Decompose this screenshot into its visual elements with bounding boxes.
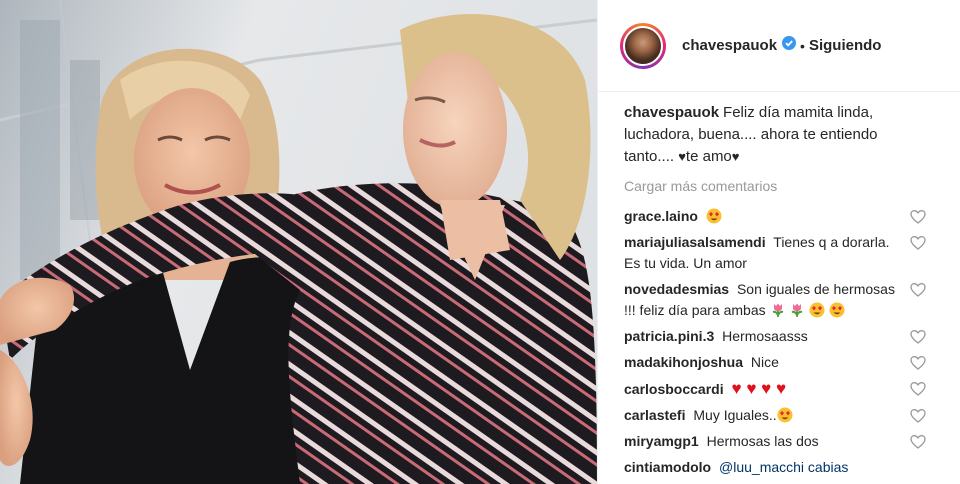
comment-username[interactable]: carlastefi (624, 407, 685, 423)
follow-status-button[interactable]: Siguiendo (809, 37, 882, 54)
post-photo[interactable] (0, 0, 597, 484)
post-header: chavespauok • Siguiendo (598, 0, 960, 92)
tulip-emoji (789, 302, 805, 318)
heart-eyes-emoji (706, 208, 722, 224)
heart-eyes-emoji (809, 302, 825, 318)
like-comment-heart-icon[interactable] (910, 282, 926, 298)
red-heart-emojis: ♥ ♥ ♥ ♥ (731, 379, 787, 398)
comment-text: Hermosas las dos (706, 433, 819, 449)
like-comment-heart-icon[interactable] (910, 355, 926, 371)
comment-username[interactable]: madakihonjoshua (624, 354, 743, 370)
tulip-emoji (770, 302, 786, 318)
comment-item: patricia.pini.3 Hermosaasss (624, 326, 926, 347)
comment-text: @luu_macchi cabias (719, 459, 849, 475)
comment-username[interactable]: cintiamodolo (624, 459, 711, 475)
comment-item: madakihonjoshua Nice (624, 352, 926, 373)
verified-badge-icon (782, 36, 797, 55)
comment-username[interactable]: mariajuliasalsamendi (624, 234, 766, 250)
load-more-comments-button[interactable]: Cargar más comentarios (624, 176, 960, 196)
comment-text: Muy Iguales.. (693, 407, 777, 423)
comment-text: Hermosaasss (722, 328, 808, 344)
comment-username[interactable]: miryamgp1 (624, 433, 699, 449)
comment-username[interactable]: grace.laino (624, 208, 698, 224)
black-heart-icon: ♥ (731, 149, 740, 164)
comment-item: mariajuliasalsamendi Tienes q a dorarla.… (624, 232, 926, 274)
comment-username[interactable]: carlosboccardi (624, 381, 724, 397)
like-comment-heart-icon[interactable] (910, 434, 926, 450)
comment-item: cintiamodolo @luu_macchi cabias (624, 457, 906, 478)
header-username[interactable]: chavespauok (682, 37, 777, 54)
comment-username[interactable]: novedadesmias (624, 281, 729, 297)
comments-list: chavespauok Feliz día mamita linda, lucha… (598, 92, 960, 478)
like-comment-heart-icon[interactable] (910, 408, 926, 424)
comment-item: carlosboccardi ♥ ♥ ♥ ♥ (624, 378, 926, 400)
heart-eyes-emoji (777, 407, 793, 423)
comment-item: novedadesmias Son iguales de hermosas !!… (624, 279, 926, 321)
separator-dot: • (800, 37, 805, 54)
comment-item: carlastefi Muy Iguales.. (624, 405, 926, 426)
comment-item: miryamgp1 Hermosas las dos (624, 431, 926, 452)
like-comment-heart-icon[interactable] (910, 329, 926, 345)
like-comment-heart-icon[interactable] (910, 209, 926, 225)
photo-illustration (0, 0, 597, 484)
black-heart-icon: ♥ (678, 149, 686, 164)
comment-text: Nice (750, 354, 779, 370)
avatar[interactable] (620, 22, 666, 69)
post-caption: chavespauok Feliz día mamita linda, lucha… (624, 102, 904, 168)
heart-eyes-emoji (829, 302, 845, 318)
comment-item: grace.laino (624, 206, 926, 227)
caption-username[interactable]: chavespauok (624, 104, 719, 121)
comment-username[interactable]: patricia.pini.3 (624, 328, 714, 344)
like-comment-heart-icon[interactable] (910, 381, 926, 397)
post-side-panel: chavespauok • Siguiendo chavespauok Feliz… (597, 0, 960, 484)
caption-text-mid: te amo (685, 148, 732, 165)
like-comment-heart-icon[interactable] (910, 235, 926, 251)
